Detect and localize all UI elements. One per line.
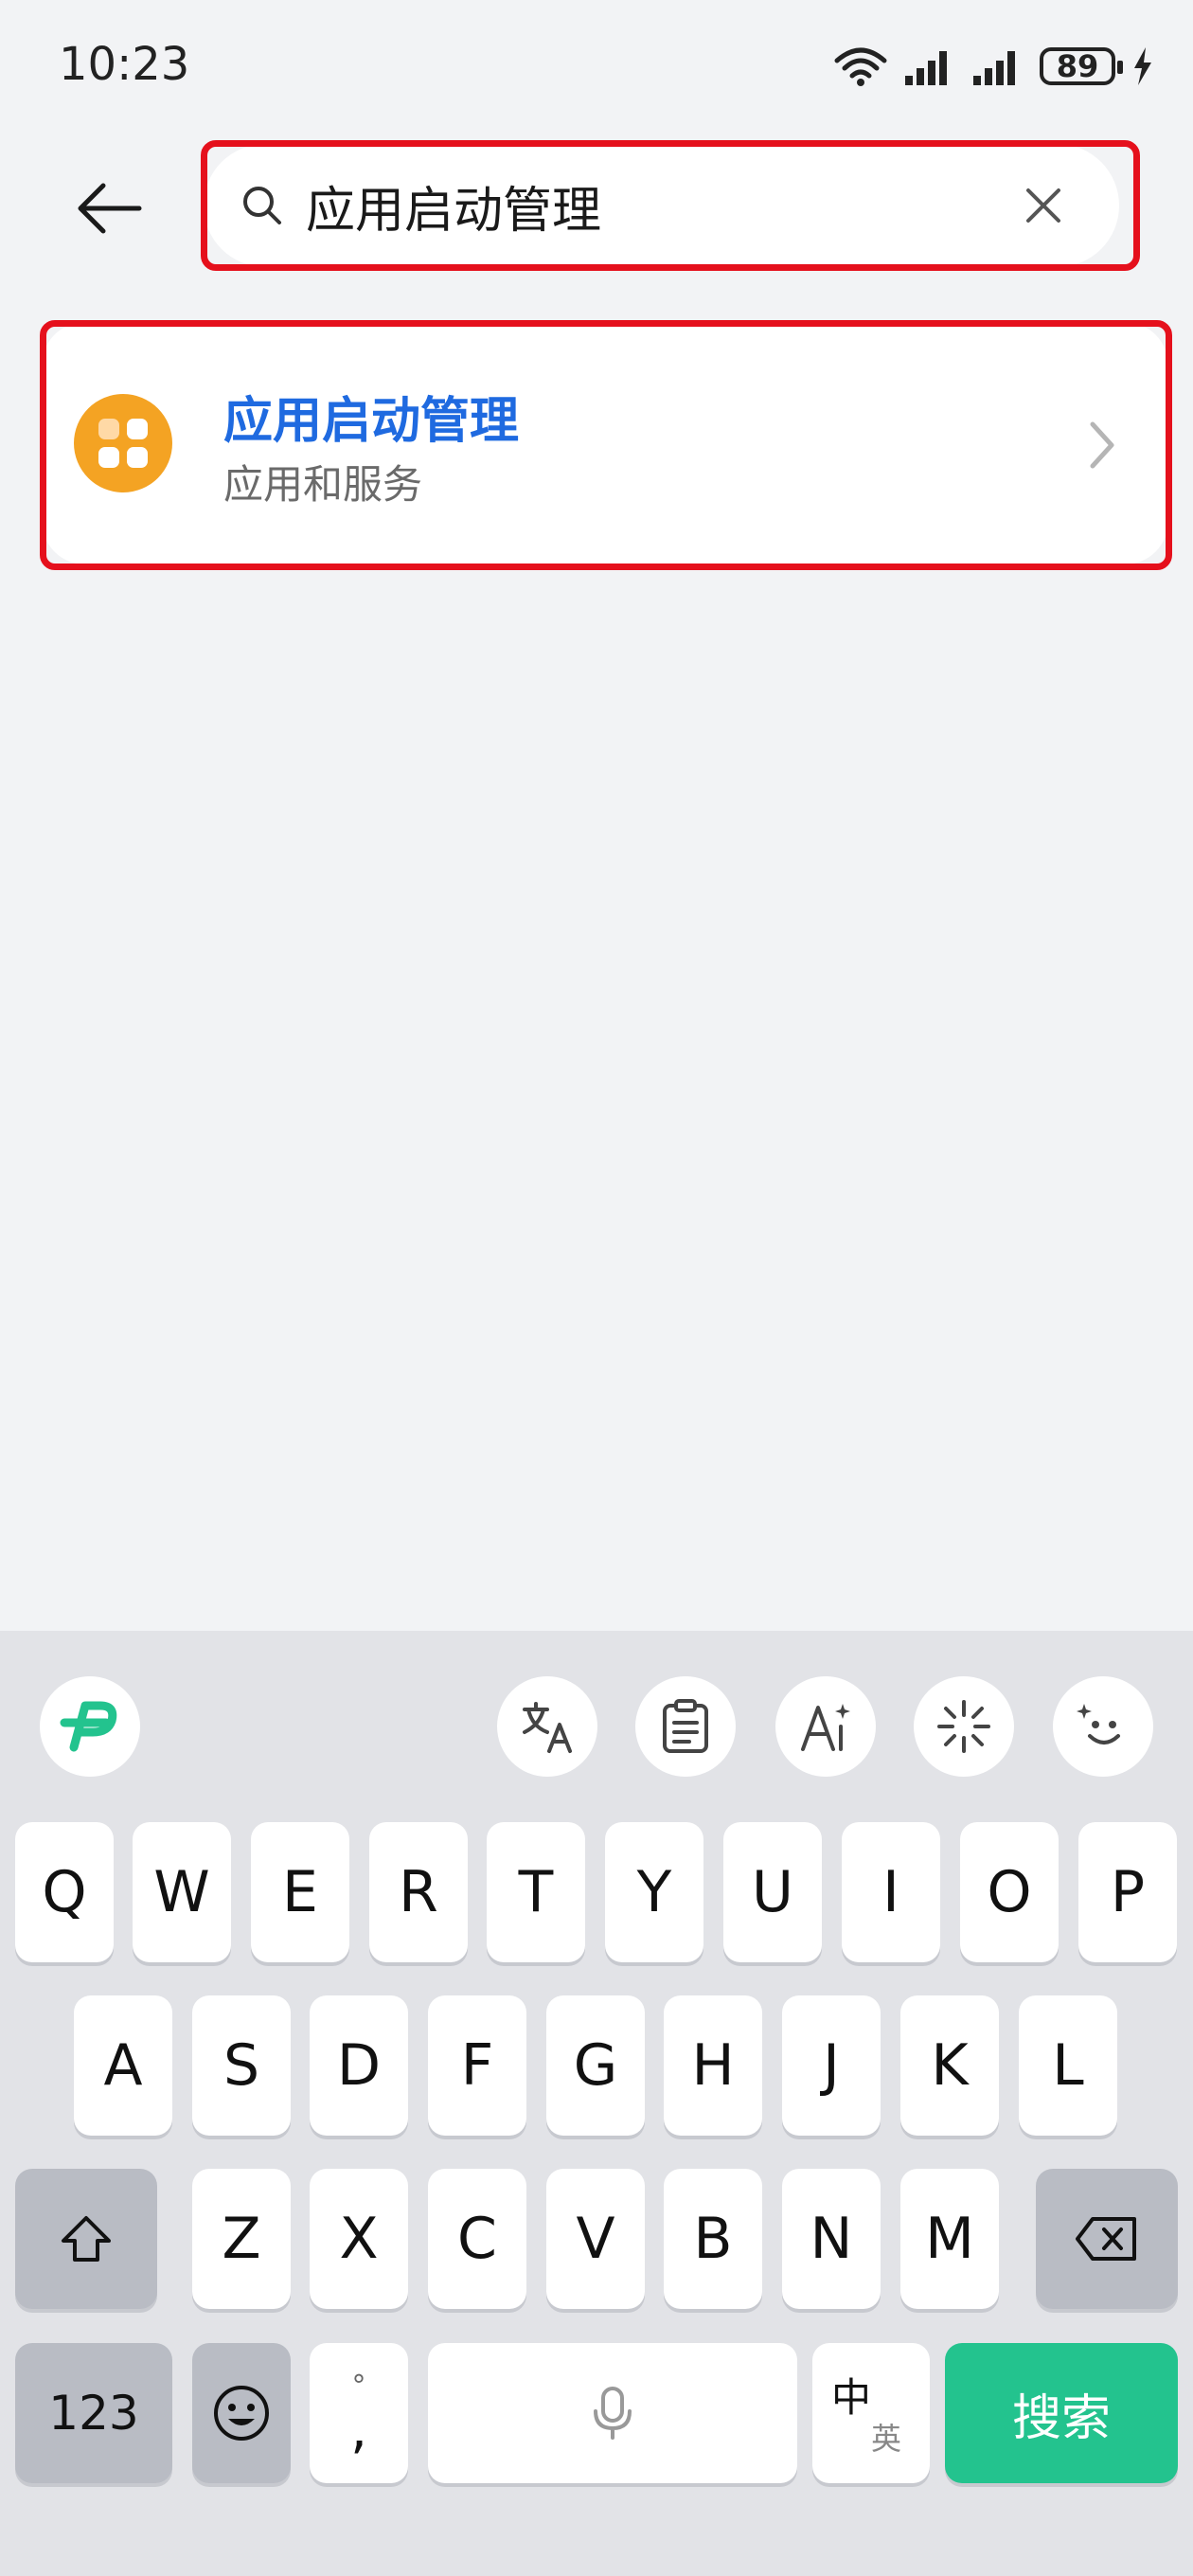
status-time: 10:23 [59,38,190,91]
punct-key-main-label: , [350,2399,367,2460]
key-w[interactable]: W [133,1822,231,1962]
key-h[interactable]: H [664,1995,762,2136]
language-switch-key[interactable]: 中 英 [812,2343,930,2483]
key-o[interactable]: O [960,1822,1059,1962]
key-r[interactable]: R [369,1822,468,1962]
ai-icon [801,1704,850,1751]
lang-english-label: 英 [871,2421,902,2457]
ime-logo-button[interactable] [40,1676,140,1777]
key-k[interactable]: K [900,1995,999,2136]
key-e[interactable]: E [251,1822,349,1962]
emoji-key[interactable] [192,2343,291,2483]
numbers-key[interactable]: 123 [15,2343,172,2483]
key-z[interactable]: Z [192,2169,291,2309]
key-i[interactable]: I [842,1822,940,1962]
key-m[interactable]: M [900,2169,999,2309]
key-x[interactable]: X [310,2169,408,2309]
key-j[interactable]: J [782,1995,881,2136]
punctuation-key[interactable]: ° , [310,2343,408,2483]
key-u[interactable]: U [723,1822,822,1962]
ai-writing-button[interactable] [775,1676,876,1777]
key-t[interactable]: T [487,1822,585,1962]
backspace-icon [1076,2217,1136,2261]
status-icons: 89 [833,45,1155,87]
smile-sparkle-icon [1077,1704,1120,1744]
key-y[interactable]: Y [605,1822,703,1962]
annotation-highlight-result [40,320,1172,570]
battery-indicator: 89 [1040,47,1123,85]
key-a[interactable]: A [74,1995,172,2136]
shift-arrow-icon [62,2216,111,2262]
effects-button[interactable] [914,1676,1014,1777]
arrow-left-icon [78,183,142,234]
key-g[interactable]: G [546,1995,645,2136]
microphone-icon [594,2387,632,2440]
translate-button[interactable] [497,1676,597,1777]
battery-level: 89 [1056,48,1099,84]
key-l[interactable]: L [1019,1995,1117,2136]
key-p[interactable]: P [1078,1822,1177,1962]
emoji-sticker-button[interactable] [1053,1676,1153,1777]
signal-icon [905,51,947,85]
emoji-face-icon [214,2386,269,2441]
lang-chinese-label: 中 [831,2374,872,2421]
key-v[interactable]: V [546,2169,645,2309]
ime-logo-icon [60,1701,117,1752]
key-b[interactable]: B [664,2169,762,2309]
charging-icon [1134,47,1151,85]
key-d[interactable]: D [310,1995,408,2136]
signal-icon-2 [973,51,1015,85]
key-n[interactable]: N [782,2169,881,2309]
key-q[interactable]: Q [15,1822,114,1962]
key-c[interactable]: C [428,2169,526,2309]
annotation-highlight-search [201,140,1140,271]
space-key[interactable] [428,2343,797,2483]
translate-icon [523,1702,572,1753]
key-f[interactable]: F [428,1995,526,2136]
wifi-icon [834,47,887,86]
clipboard-icon [663,1699,708,1753]
backspace-key[interactable] [1036,2169,1178,2309]
key-s[interactable]: S [192,1995,291,2136]
shift-key[interactable] [15,2169,157,2309]
sparkle-burst-icon [937,1700,990,1753]
back-button[interactable] [66,166,151,251]
clipboard-button[interactable] [635,1676,736,1777]
search-key[interactable]: 搜索 [945,2343,1178,2483]
